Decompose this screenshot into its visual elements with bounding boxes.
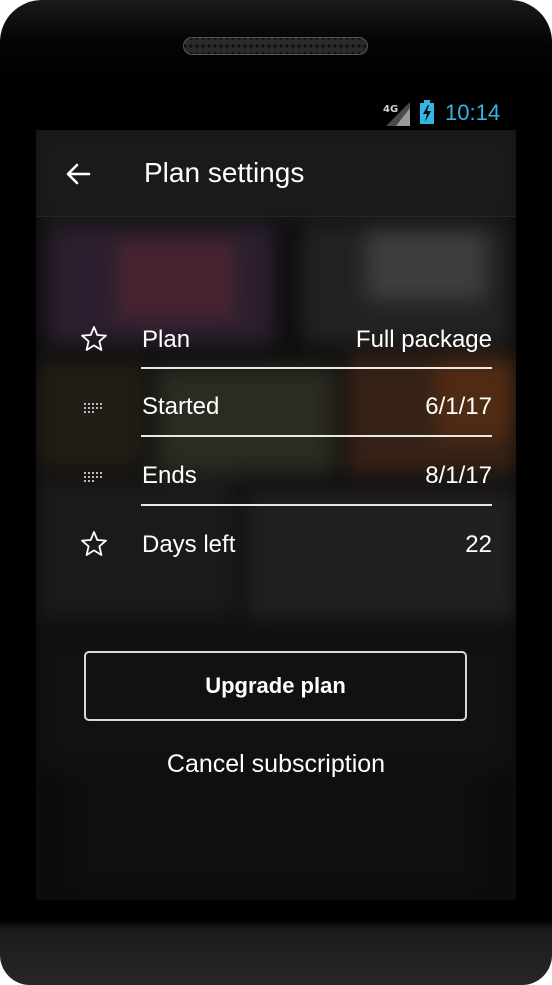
plan-value: Full package [355,326,492,353]
calendar-dots-icon [84,472,102,482]
arrow-left-icon[interactable] [64,160,92,188]
ends-value: 8/1/17 [425,462,492,489]
page-title: Plan settings [144,157,305,188]
battery-charging-icon [420,100,434,124]
network-signal-icon: 4G [383,102,410,126]
divider [141,435,492,437]
upgrade-plan-button[interactable]: Upgrade plan [84,651,467,721]
cancel-subscription-link[interactable]: Cancel subscription [36,750,516,779]
days-left-value: 22 [465,531,492,558]
divider [141,504,492,506]
status-bar: 4G 10:14 [36,96,516,130]
plan-row: Plan Full package [36,305,516,373]
star-outline-icon [81,326,107,351]
ends-label: Ends [142,462,197,489]
speaker-grille [183,37,368,55]
clock: 10:14 [445,100,501,125]
phone-frame: 4G 10:14 Plan settings Plan Full package… [0,0,552,985]
star-outline-icon [81,531,107,556]
app-screen: Plan settings Plan Full package Started … [36,130,516,900]
network-type-label: 4G [383,104,398,115]
days-left-row: Days left 22 [36,510,516,578]
ends-row: Ends 8/1/17 [36,441,516,509]
plan-label: Plan [142,326,191,353]
started-label: Started [142,393,220,420]
app-bar: Plan settings [36,130,516,217]
divider [141,367,492,369]
days-left-label: Days left [142,531,236,558]
started-row: Started 6/1/17 [36,372,516,440]
started-value: 6/1/17 [425,393,492,420]
calendar-dots-icon [84,403,102,413]
